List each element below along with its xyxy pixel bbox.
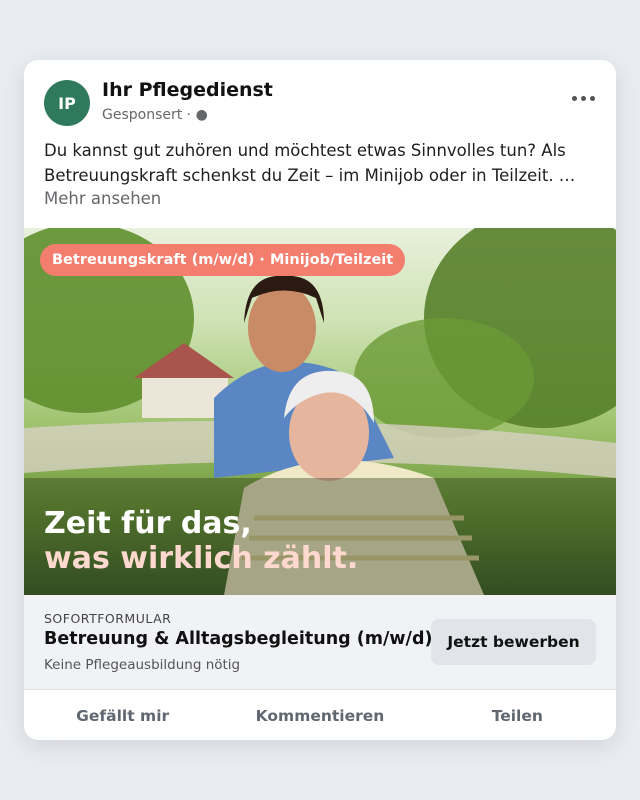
cta-title: Betreuung & Alltagsbegleitung (m/w/d) bbox=[44, 629, 433, 649]
more-options-icon[interactable] bbox=[568, 86, 598, 110]
headline-line-1: Zeit für das, bbox=[44, 506, 252, 541]
post-text: Du kannst gut zuhören und möchtest etwas… bbox=[44, 141, 576, 185]
comment-button[interactable]: Kommentieren bbox=[221, 707, 418, 725]
page-name[interactable]: Ihr Pflegedienst bbox=[102, 79, 273, 101]
avatar[interactable]: IP bbox=[44, 80, 90, 126]
cta-subtitle: Keine Pflegeausbildung nötig bbox=[44, 657, 241, 673]
form-label: SOFORTFORMULAR bbox=[44, 611, 172, 626]
dot bbox=[571, 95, 577, 101]
ad-image[interactable]: Betreuungskraft (m/w/d) · Minijob/Teilze… bbox=[24, 228, 616, 595]
dot bbox=[589, 95, 595, 101]
sponsored-post-card: IP Ihr Pflegedienst Gesponsert · ● Du ka… bbox=[24, 60, 616, 740]
headline-line-2: was wirklich zählt. bbox=[44, 541, 359, 576]
apply-button[interactable]: Jetzt bewerben bbox=[431, 619, 596, 665]
see-more-link[interactable]: Mehr ansehen bbox=[44, 189, 161, 208]
dot bbox=[580, 95, 586, 101]
job-tag-badge: Betreuungskraft (m/w/d) · Minijob/Teilze… bbox=[40, 244, 406, 276]
sponsored-label: Gesponsert · ● bbox=[102, 107, 208, 123]
like-button[interactable]: Gefällt mir bbox=[24, 707, 221, 725]
share-button[interactable]: Teilen bbox=[419, 707, 616, 725]
post-actions: Gefällt mir Kommentieren Teilen bbox=[24, 689, 616, 740]
post-header: IP Ihr Pflegedienst Gesponsert · ● bbox=[24, 60, 616, 126]
cta-bar: SOFORTFORMULAR Betreuung & Alltagsbeglei… bbox=[24, 595, 616, 689]
